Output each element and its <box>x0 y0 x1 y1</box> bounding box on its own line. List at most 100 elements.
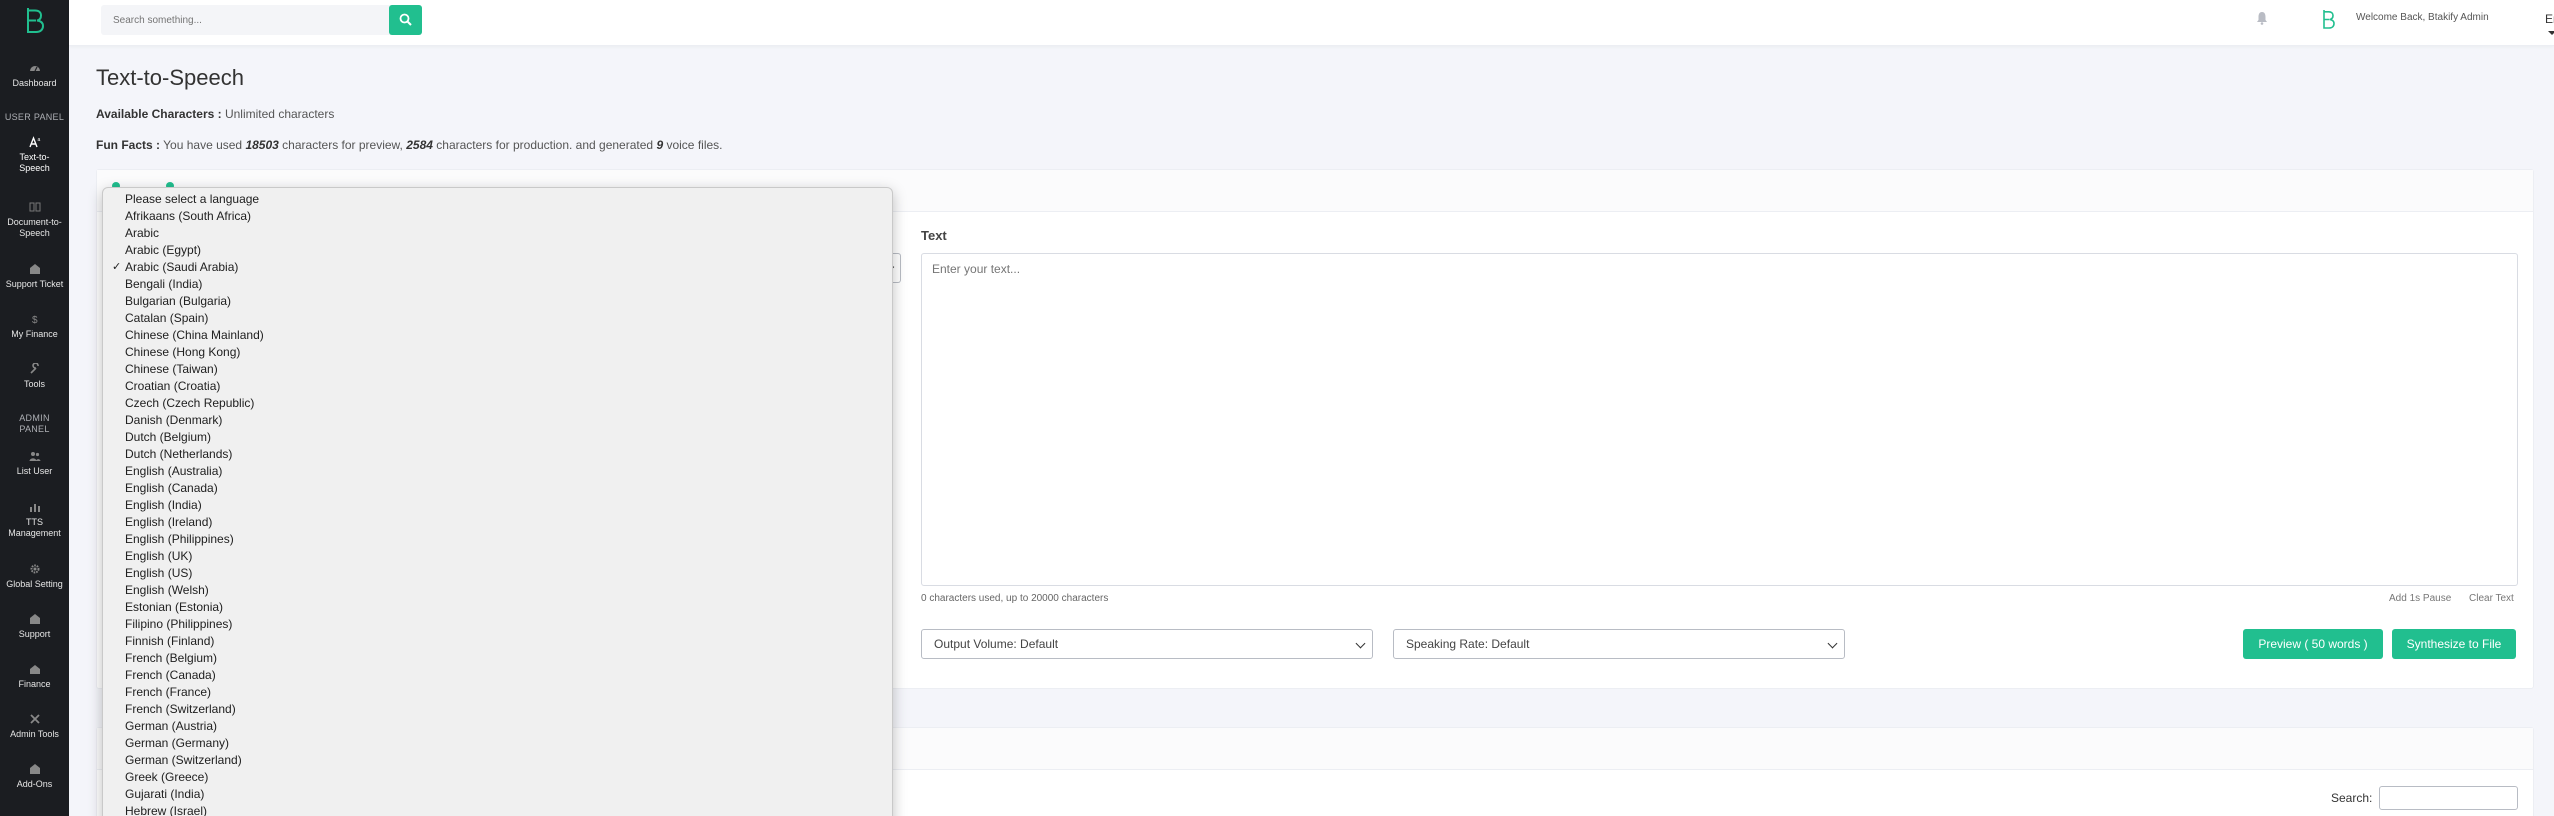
sidebar-item-admin-tools[interactable]: Admin Tools <box>0 713 69 740</box>
available-label: Available Characters : <box>96 107 222 121</box>
language-option[interactable]: German (Austria) <box>125 718 217 735</box>
sidebar-item-add-ons[interactable]: Add-Ons <box>0 763 69 790</box>
sidebar-item-text-to-speech[interactable]: a Text-to-Speech <box>0 136 69 174</box>
dollar-icon: $ <box>29 313 41 325</box>
language-option[interactable]: Catalan (Spain) <box>125 310 208 327</box>
language-option[interactable]: Croatian (Croatia) <box>125 378 220 395</box>
language-label: English <box>2545 12 2554 26</box>
language-option[interactable]: Finnish (Finland) <box>125 633 214 650</box>
language-option[interactable]: French (Canada) <box>125 667 216 684</box>
user-panel-heading: USER PANEL <box>4 112 65 122</box>
tts-management-icon <box>29 501 41 513</box>
output-volume-select[interactable]: Output Volume: Default <box>921 629 1373 659</box>
sidebar-item-tts-management[interactable]: TTS Management <box>0 501 69 539</box>
language-option[interactable]: Hebrew (Israel) <box>125 803 207 816</box>
search-input[interactable] <box>101 5 389 35</box>
users-icon <box>29 450 41 462</box>
sidebar-item-global-setting[interactable]: Global Setting <box>0 563 69 590</box>
language-option[interactable]: French (Switzerland) <box>125 701 236 718</box>
language-option[interactable]: Please select a language <box>125 191 259 208</box>
sidebar-item-label: TTS Management <box>8 517 61 538</box>
available-characters: Available Characters : Unlimited charact… <box>96 107 334 121</box>
sidebar: Dashboard USER PANEL a Text-to-Speech Do… <box>0 0 69 816</box>
fun-facts-text: characters for production. and generated <box>436 138 654 152</box>
admin-tools-icon <box>29 713 41 725</box>
notification-bell-icon[interactable] <box>2256 11 2268 25</box>
sidebar-item-label: Finance <box>18 679 51 689</box>
wrench-icon <box>29 363 41 375</box>
language-dropdown-list: Please select a language Afrikaans (South… <box>102 187 893 816</box>
language-option[interactable]: English (Ireland) <box>125 514 212 531</box>
language-option[interactable]: English (Philippines) <box>125 531 234 548</box>
language-option[interactable]: Chinese (Hong Kong) <box>125 344 240 361</box>
speaking-rate-select[interactable]: Speaking Rate: Default <box>1393 629 1845 659</box>
brand-logo[interactable] <box>21 6 47 34</box>
language-option[interactable]: Arabic (Egypt) <box>125 242 201 259</box>
add-pause-button[interactable]: Add 1s Pause <box>2389 593 2451 604</box>
finance-icon <box>29 663 41 675</box>
clear-text-button[interactable]: Clear Text <box>2469 593 2514 604</box>
character-counter: 0 characters used, up to 20000 character… <box>921 593 1109 604</box>
language-option[interactable]: Arabic (Saudi Arabia) <box>125 259 238 276</box>
svg-text:a: a <box>37 137 40 143</box>
language-option[interactable]: Bengali (India) <box>125 276 202 293</box>
language-option[interactable]: German (Switzerland) <box>125 752 242 769</box>
language-option[interactable]: German (Germany) <box>125 735 229 752</box>
language-switcher[interactable]: English <box>2545 12 2554 40</box>
language-option[interactable]: Danish (Denmark) <box>125 412 222 429</box>
table-search-label: Search: <box>2331 791 2373 805</box>
language-option[interactable]: English (Canada) <box>125 480 218 497</box>
sidebar-item-label: Support Ticket <box>5 279 64 289</box>
language-option[interactable]: English (UK) <box>125 548 192 565</box>
chevron-down-icon <box>1827 638 1838 649</box>
language-option[interactable]: English (Australia) <box>125 463 222 480</box>
avatar[interactable] <box>2320 9 2336 29</box>
language-option[interactable]: Estonian (Estonia) <box>125 599 223 616</box>
voice-files-value: 9 <box>656 138 664 152</box>
sidebar-item-support[interactable]: Support <box>0 613 69 640</box>
language-option[interactable]: Greek (Greece) <box>125 769 208 786</box>
language-option[interactable]: English (India) <box>125 497 202 514</box>
language-option[interactable]: Afrikaans (South Africa) <box>125 208 251 225</box>
text-to-speech-icon: a <box>28 136 41 148</box>
sidebar-item-label: Add-Ons <box>16 779 53 789</box>
chevron-down-icon <box>1355 638 1366 649</box>
available-value: Unlimited characters <box>224 107 335 121</box>
sidebar-item-label: Document-to-Speech <box>7 217 62 238</box>
global-search <box>101 5 422 35</box>
language-option[interactable]: Filipino (Philippines) <box>125 616 232 633</box>
ticket-icon <box>29 263 41 275</box>
output-volume-value: Output Volume: Default <box>934 637 1059 651</box>
language-option[interactable]: Chinese (Taiwan) <box>125 361 218 378</box>
svg-text:$: $ <box>32 315 38 325</box>
preview-button[interactable]: Preview ( 50 words ) <box>2243 629 2383 659</box>
language-option[interactable]: English (Welsh) <box>125 582 209 599</box>
speaking-rate-value: Speaking Rate: Default <box>1406 637 1530 651</box>
language-option[interactable]: Arabic <box>125 225 159 242</box>
search-button[interactable] <box>389 5 422 35</box>
sidebar-item-document-to-speech[interactable]: Document-to-Speech <box>0 201 69 239</box>
language-option[interactable]: Dutch (Belgium) <box>125 429 211 446</box>
language-option[interactable]: French (France) <box>125 684 211 701</box>
sidebar-item-list-user[interactable]: List User <box>0 450 69 477</box>
support-icon <box>29 613 41 625</box>
language-option[interactable]: Dutch (Netherlands) <box>125 446 232 463</box>
sidebar-item-support-ticket[interactable]: Support Ticket <box>0 263 69 290</box>
table-search-input[interactable] <box>2379 786 2518 810</box>
sidebar-item-tools[interactable]: Tools <box>0 363 69 390</box>
language-option[interactable]: Gujarati (India) <box>125 786 204 803</box>
language-option[interactable]: English (US) <box>125 565 192 582</box>
synthesize-button[interactable]: Synthesize to File <box>2392 629 2516 659</box>
language-option[interactable]: French (Belgium) <box>125 650 217 667</box>
text-input[interactable] <box>921 253 2518 586</box>
gear-icon <box>29 563 41 575</box>
sidebar-item-finance[interactable]: Finance <box>0 663 69 690</box>
sidebar-item-label: List User <box>16 466 53 476</box>
language-option[interactable]: Chinese (China Mainland) <box>125 327 264 344</box>
language-option[interactable]: Czech (Czech Republic) <box>125 395 254 412</box>
sidebar-item-dashboard[interactable]: Dashboard <box>0 62 69 89</box>
sidebar-item-my-finance[interactable]: $ My Finance <box>0 313 69 340</box>
language-option[interactable]: Bulgarian (Bulgaria) <box>125 293 231 310</box>
checkmark-icon: ✓ <box>112 261 122 273</box>
fun-facts-text: You have used <box>163 138 243 152</box>
